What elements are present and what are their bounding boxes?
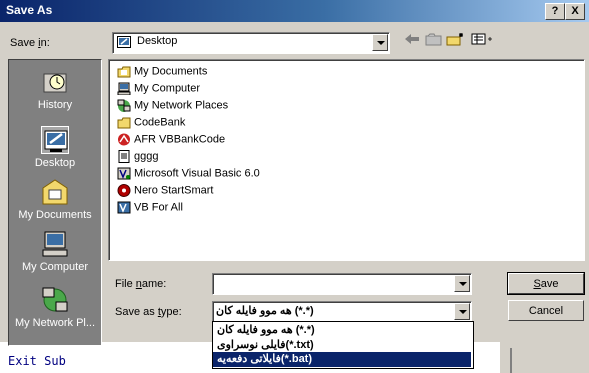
place-my-computer[interactable]: My Computer <box>9 230 101 273</box>
save-type-value: هه موو فایله کان (*.*) <box>216 305 314 317</box>
my-computer-icon <box>41 230 69 258</box>
cancel-button[interactable]: Cancel <box>508 300 584 321</box>
up-folder-icon[interactable] <box>424 32 444 50</box>
vb-shortcut-icon <box>117 201 131 214</box>
vb6-icon <box>117 167 131 180</box>
shortcut-icon <box>117 133 131 146</box>
place-my-network[interactable]: My Network Pl... <box>9 286 101 329</box>
back-arrow-icon[interactable] <box>402 32 422 50</box>
save-button-access-key: S <box>533 278 541 290</box>
place-label: Desktop <box>34 157 76 169</box>
save-in-dropdown-button[interactable] <box>372 34 388 51</box>
background-window-edge <box>500 342 589 373</box>
save-as-dialog: Save As ? X Save in: Desktop History Des… <box>0 0 589 346</box>
list-item[interactable]: My Network Places <box>117 99 228 116</box>
list-item-label: My Documents <box>134 65 208 78</box>
place-desktop[interactable]: Desktop <box>9 126 101 169</box>
list-item-label: CodeBank <box>134 116 186 129</box>
save-button[interactable]: Save <box>507 272 585 295</box>
save-in-label: Save in: <box>10 37 50 49</box>
desktop-small-icon <box>117 36 131 48</box>
save-in-combo[interactable]: Desktop <box>112 32 390 54</box>
place-label: My Computer <box>21 261 89 273</box>
place-label: My Network Pl... <box>14 317 96 329</box>
list-item-label: My Computer <box>134 82 201 95</box>
close-button[interactable]: X <box>565 3 585 20</box>
file-name-input[interactable] <box>212 273 472 295</box>
list-item-label: VB For All <box>134 201 183 214</box>
background-code-line: Exit Sub <box>8 354 66 368</box>
list-item[interactable]: Microsoft Visual Basic 6.0 <box>117 167 260 184</box>
file-name-label-pre: File <box>115 278 136 290</box>
history-icon <box>41 68 69 96</box>
file-name-dropdown-button[interactable] <box>454 275 470 292</box>
my-documents-icon <box>41 178 69 206</box>
text-file-icon <box>117 150 131 163</box>
type-option[interactable]: هه موو فایله کان (*.*) <box>213 323 471 338</box>
my-computer-icon <box>117 82 131 96</box>
save-in-label-post: n: <box>40 37 50 49</box>
file-list[interactable]: My Documents My Computer My Network Plac… <box>108 59 585 261</box>
list-item[interactable]: CodeBank <box>117 116 185 133</box>
list-item-label: gggg <box>134 150 159 163</box>
views-menu-icon[interactable] <box>470 32 496 50</box>
list-item[interactable]: gggg <box>117 150 158 167</box>
list-item-label: AFR VBBankCode <box>134 133 226 146</box>
save-type-label-post: ype: <box>160 306 182 318</box>
save-type-select[interactable]: هه موو فایله کان (*.*) <box>212 301 472 323</box>
list-item-label: Microsoft Visual Basic 6.0 <box>134 167 260 180</box>
places-bar: History Desktop My Documents My Computer… <box>8 59 102 346</box>
list-item[interactable]: AFR VBBankCode <box>117 133 225 150</box>
type-option[interactable]: فایلی نوسراوی(*.txt) <box>213 338 471 353</box>
help-button[interactable]: ? <box>545 3 565 20</box>
file-name-label: File name: <box>115 278 166 290</box>
save-type-label-pre: Save as <box>115 306 158 318</box>
desktop-icon <box>41 126 69 154</box>
save-type-dropdown-button[interactable] <box>454 303 470 320</box>
list-item-label: Nero StartSmart <box>134 184 214 197</box>
save-button-label: ave <box>540 278 559 290</box>
list-item[interactable]: Nero StartSmart <box>117 184 213 201</box>
window-title: Save As <box>6 3 53 17</box>
place-my-documents[interactable]: My Documents <box>9 178 101 221</box>
nero-icon <box>117 184 131 197</box>
place-label: History <box>37 99 73 111</box>
file-name-label-post: ame: <box>141 278 167 290</box>
save-in-value: Desktop <box>137 35 178 47</box>
list-item[interactable]: VB For All <box>117 201 183 218</box>
list-item[interactable]: My Computer <box>117 82 200 99</box>
place-label: My Documents <box>18 209 92 221</box>
folder-icon <box>117 116 131 129</box>
network-places-icon <box>117 99 131 112</box>
save-type-dropdown-list[interactable]: هه موو فایله کان (*.*) فایلی نوسراوی(*.t… <box>212 321 474 369</box>
new-folder-icon[interactable] <box>446 32 466 50</box>
list-item-label: My Network Places <box>134 99 229 112</box>
list-item[interactable]: My Documents <box>117 65 207 82</box>
my-documents-folder-icon <box>117 65 131 78</box>
network-places-icon <box>41 286 69 314</box>
save-in-label-pre: Save <box>10 37 39 49</box>
type-option-selected[interactable]: فایلاتی دفعه‌یه(*.bat) <box>213 352 471 367</box>
place-history[interactable]: History <box>9 68 101 111</box>
title-bar[interactable]: Save As ? X <box>0 0 589 22</box>
save-type-label: Save as type: <box>115 306 182 318</box>
